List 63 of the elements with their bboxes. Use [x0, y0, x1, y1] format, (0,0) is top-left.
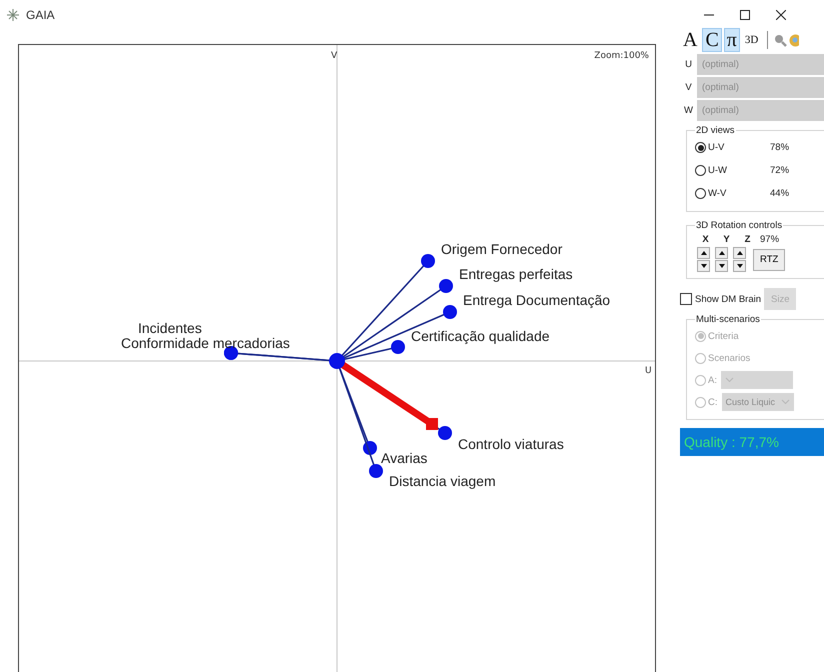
group-title: 3D Rotation controls	[695, 220, 784, 231]
origin-dot	[329, 353, 345, 369]
group-title: Multi-scenarios	[695, 314, 761, 325]
axis-name: Y	[722, 234, 731, 244]
criterion-label: Entregas perfeitas	[459, 266, 573, 282]
reset-button[interactable]: RTZ	[753, 248, 786, 270]
axis-label: V	[331, 51, 338, 61]
spin-up-button[interactable]	[697, 247, 710, 259]
checkbox[interactable]	[680, 293, 692, 305]
up-triangle-icon	[700, 250, 708, 256]
view-quality: 78%	[770, 142, 790, 153]
criterion-label: Entrega Documentação	[463, 292, 610, 308]
down-triangle-icon	[700, 263, 708, 269]
axis-label: U	[645, 366, 652, 376]
option-label: A:	[708, 374, 717, 386]
up-triangle-icon	[718, 250, 726, 256]
view-toggle[interactable]: 3D	[742, 28, 762, 52]
option-label: Criteria	[708, 330, 739, 342]
axis-name: U	[684, 59, 693, 70]
spin-down-button[interactable]	[697, 260, 710, 272]
view-toggle[interactable]: C	[702, 28, 722, 52]
axis-name: V	[684, 82, 693, 93]
radio-button[interactable]	[695, 165, 706, 176]
quality-indicator: Quality : 77,7%	[680, 428, 824, 456]
rotation-quality: 97%	[760, 234, 780, 244]
criterion-label: Origem Fornecedor	[441, 241, 562, 257]
spin-up-button[interactable]	[733, 247, 746, 259]
view-option-label: U-V	[708, 142, 726, 153]
view-toggle[interactable]: π	[724, 28, 740, 52]
maximize-icon[interactable]	[740, 10, 750, 20]
criterion-label: Distancia viagem	[389, 473, 496, 489]
search-icon[interactable]	[774, 34, 788, 46]
view-quality: 72%	[770, 165, 790, 176]
down-triangle-icon	[718, 263, 726, 269]
spin-up-button[interactable]	[715, 247, 728, 259]
option-label: Scenarios	[708, 352, 750, 364]
view-quality: 44%	[770, 188, 790, 199]
view-toggle[interactable]: A	[680, 28, 700, 52]
checkbox-label: Show DM Brain	[695, 294, 761, 304]
criterion-label: Conformidade mercadorias	[121, 335, 290, 351]
up-triangle-icon	[736, 250, 744, 256]
axis-name: W	[683, 105, 694, 116]
caret-icon	[724, 377, 734, 383]
zoom-label: Zoom:100%	[594, 51, 649, 61]
app-icon	[6, 8, 20, 22]
axis-name: X	[701, 234, 710, 244]
option-label: C:	[708, 396, 718, 408]
criterion-label: Certificação qualidade	[411, 328, 550, 344]
criterion-label: Avarias	[381, 450, 428, 466]
down-triangle-icon	[736, 263, 744, 269]
radio-button[interactable]	[695, 188, 706, 199]
view-option-label: W-V	[708, 188, 728, 199]
close-icon[interactable]	[776, 10, 786, 20]
caret-icon	[780, 399, 790, 405]
radio-button[interactable]	[695, 142, 706, 153]
axis-name: Z	[744, 234, 752, 244]
window-title: GAIA	[26, 8, 55, 22]
spin-down-button[interactable]	[733, 260, 746, 272]
criterion-label: Controlo viaturas	[458, 436, 564, 452]
spin-down-button[interactable]	[715, 260, 728, 272]
criterion-label: Incidentes	[138, 320, 202, 336]
view-option-label: U-W	[708, 165, 728, 176]
group-title: 2D views	[695, 125, 736, 136]
